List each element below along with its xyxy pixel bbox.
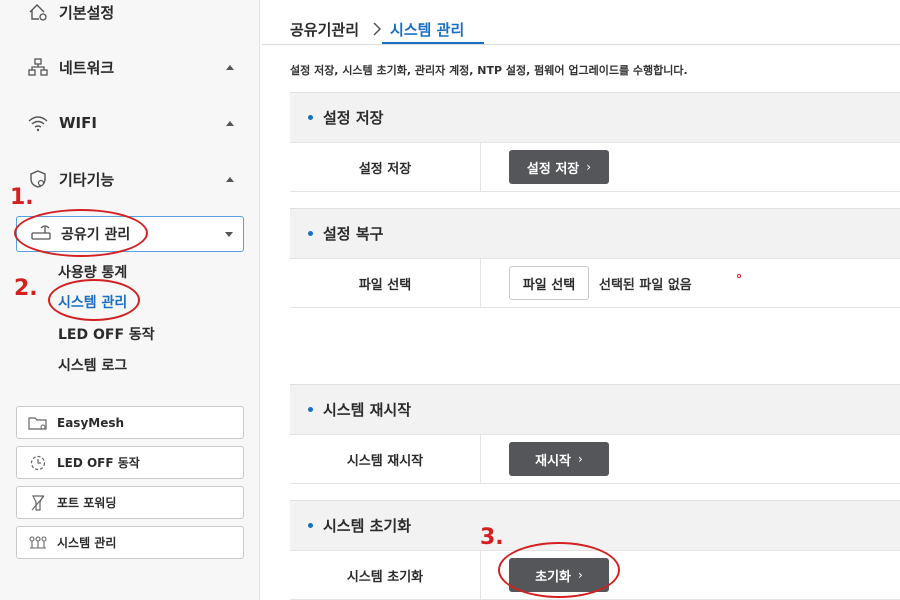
chevron-up-icon[interactable] [226, 120, 234, 126]
menu-item-network[interactable]: 네트워크 [25, 52, 240, 82]
section-row-reboot: 시스템 재시작 재시작 › [290, 434, 900, 484]
annotation-circle-3 [498, 542, 620, 598]
tab-divider [262, 44, 900, 45]
chevron-up-icon[interactable] [226, 176, 234, 182]
chevron-up-icon[interactable] [226, 64, 234, 70]
section-row-save: 설정 저장 설정 저장 › [290, 142, 900, 192]
section-title: 설정 복구 [323, 225, 384, 243]
active-tab-indicator [382, 42, 484, 44]
section-header-reset: 시스템 초기화 [290, 500, 900, 550]
network-icon [25, 56, 51, 78]
button-label: 시스템 관리 [57, 536, 117, 550]
menu-item-label: 기타기능 [59, 170, 115, 189]
breadcrumb-root[interactable]: 공유기관리 [290, 19, 359, 40]
system-management-button[interactable]: 시스템 관리 [16, 526, 244, 559]
submenu-system-log[interactable]: 시스템 로그 [58, 355, 127, 375]
port-forwarding-button[interactable]: 포트 포워딩 [16, 486, 244, 519]
save-settings-button[interactable]: 설정 저장 › [509, 150, 609, 184]
cell-divider [480, 143, 481, 191]
chevron-right-icon [373, 22, 382, 36]
file-select-button[interactable]: 파일 선택 [509, 266, 589, 300]
home-gear-icon [25, 1, 51, 23]
button-label: 포트 포워딩 [57, 496, 117, 510]
chevron-right-icon: › [586, 160, 592, 174]
page-description: 설정 저장, 시스템 초기화, 관리자 계정, NTP 설정, 펌웨어 업그레이… [290, 64, 688, 77]
reboot-button[interactable]: 재시작 › [509, 442, 609, 476]
cell-divider [480, 435, 481, 483]
button-label: LED OFF 동작 [57, 456, 140, 470]
section-header-reboot: 시스템 재시작 [290, 384, 900, 434]
button-label: 설정 저장 [526, 161, 580, 177]
chevron-down-icon[interactable] [225, 231, 233, 237]
wifi-icon [25, 112, 51, 134]
menu-item-label: 네트워크 [59, 58, 115, 77]
timer-icon [27, 454, 49, 472]
system-icon [27, 534, 49, 552]
section-title: 시스템 초기화 [323, 517, 412, 535]
row-label: 파일 선택 [358, 277, 412, 293]
cell-divider [480, 259, 481, 307]
section-row-restore: 파일 선택 파일 선택 선택된 파일 없음 [290, 258, 900, 308]
section-header-save: 설정 저장 [290, 92, 900, 142]
section-title: 시스템 재시작 [323, 401, 412, 419]
bullet-icon [308, 523, 313, 528]
menu-item-label: WIFI [59, 114, 97, 132]
annotation-dot [737, 274, 741, 278]
bullet-icon [308, 407, 313, 412]
row-label: 설정 저장 [358, 161, 412, 177]
menu-item-extra-features[interactable]: 기타기능 [25, 164, 240, 194]
annotation-step-3: 3. [480, 525, 504, 550]
button-label: 재시작 [535, 453, 572, 469]
folder-icon [27, 414, 49, 432]
menu-item-wifi[interactable]: WIFI [25, 108, 240, 138]
section-header-restore: 설정 복구 [290, 208, 900, 258]
bullet-icon [308, 115, 313, 120]
annotation-step-2: 2. [14, 276, 38, 301]
annotation-circle-2 [48, 279, 140, 321]
chevron-right-icon: › [578, 452, 583, 466]
menu-item-label: 기본설정 [59, 3, 115, 22]
menu-item-basic-settings[interactable]: 기본설정 [25, 0, 240, 27]
easymesh-button[interactable]: EasyMesh [16, 406, 244, 439]
button-label: EasyMesh [57, 415, 125, 430]
port-icon [27, 494, 49, 512]
submenu-led-off[interactable]: LED OFF 동작 [58, 324, 155, 344]
annotation-step-1: 1. [10, 185, 34, 210]
row-label: 시스템 재시작 [346, 453, 424, 469]
file-status-text: 선택된 파일 없음 [599, 277, 692, 293]
annotation-circle-1 [14, 209, 148, 257]
bullet-icon [308, 231, 313, 236]
breadcrumb-current: 시스템 관리 [390, 20, 465, 39]
row-label: 시스템 초기화 [346, 569, 424, 585]
breadcrumb: 공유기관리 시스템 관리 [290, 12, 464, 46]
cell-divider [480, 551, 481, 599]
section-title: 설정 저장 [323, 109, 384, 127]
led-off-button[interactable]: LED OFF 동작 [16, 446, 244, 479]
